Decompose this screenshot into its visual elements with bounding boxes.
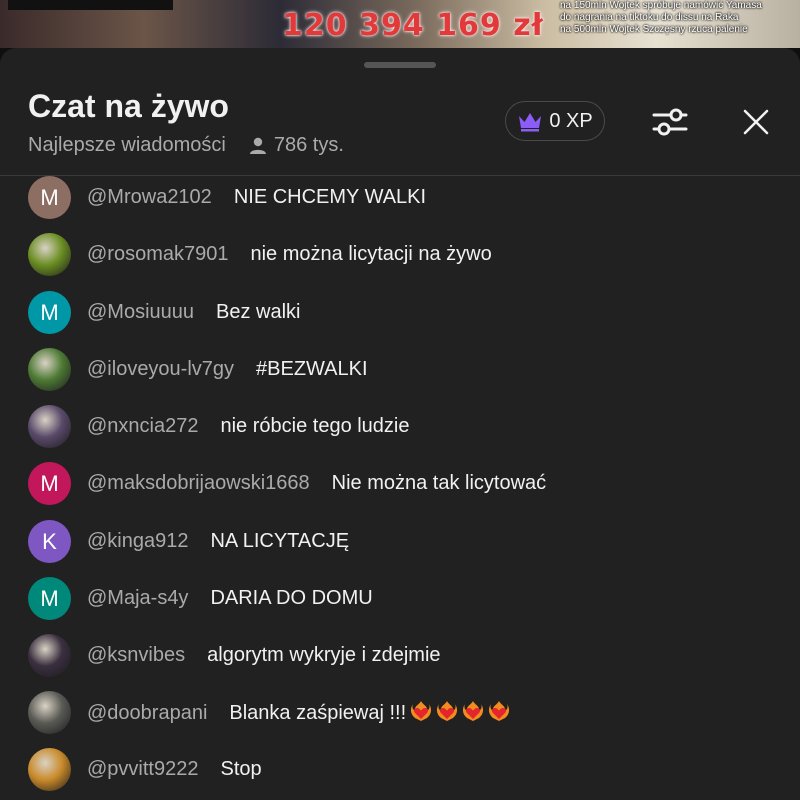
chat-message[interactable]: @iloveyou-lv7gy #BEZWALKI (0, 341, 800, 398)
chat-message[interactable]: @rosomak7901 nie można licytacji na żywo (0, 226, 800, 283)
video-caption-line: na 500mln Wojtek Szczęsny rzuca palenie (560, 24, 748, 35)
chat-message-content: NIE CHCEMY WALKI (233, 186, 427, 208)
panel-title: Czat na żywo (28, 88, 229, 124)
chat-author-name[interactable]: @doobrapani (87, 702, 207, 724)
chat-message-text: @ksnvibes algorytm wykryje i zdejmie (87, 644, 441, 667)
chat-author-name[interactable]: @pvvitt9222 (87, 758, 198, 780)
chat-author-name[interactable]: @iloveyou-lv7gy (87, 358, 234, 380)
chat-filter-label[interactable]: Najlepsze wiadomości (28, 134, 226, 157)
heart-on-fire-icon (489, 701, 510, 721)
xp-value: 0 XP (549, 109, 593, 132)
video-player-strip[interactable]: 120 394 169 zł na 150mln Wojtek spróbuje… (0, 0, 800, 48)
chat-message-content: algorytm wykryje i zdejmie (207, 644, 441, 666)
avatar[interactable]: K (28, 520, 71, 563)
chat-message-content: Blanka zaśpiewaj !!! (229, 702, 407, 724)
close-icon (743, 109, 769, 135)
chat-message[interactable]: @doobrapani Blanka zaśpiewaj !!! (0, 684, 800, 741)
chat-author-name[interactable]: @nxncia272 (87, 415, 198, 437)
video-caption-line: do nagrania na tiktoku do dissu na Raka (560, 12, 739, 23)
chat-message-text: @Maja-s4y DARIA DO DOMU (87, 587, 373, 610)
chat-message-text: @maksdobrijaowski1668 Nie można tak licyt… (87, 472, 546, 495)
chat-message-text: @nxncia272 nie róbcie tego ludzie (87, 415, 410, 438)
chat-message-content: nie róbcie tego ludzie (220, 415, 410, 437)
video-caption: na 150mln Wojtek spróbuje namówić Yamasa… (560, 0, 800, 36)
video-caption-line: na 150mln Wojtek spróbuje namówić Yamasa (560, 0, 762, 11)
chat-message-text: @Mosiuuuu Bez walki (87, 301, 301, 324)
live-chat-panel: Czat na żywo Najlepsze wiadomości 786 ty… (0, 48, 800, 800)
filter-settings-button[interactable] (650, 104, 690, 140)
sliders-icon (652, 108, 688, 136)
chat-author-name[interactable]: @maksdobrijaowski1668 (87, 472, 310, 494)
avatar[interactable] (28, 691, 71, 734)
chat-message[interactable]: @pvvitt9222 Stop (0, 741, 800, 798)
heart-on-fire-icon (463, 701, 484, 721)
chat-message-content: Nie można tak licytować (331, 472, 547, 494)
avatar[interactable] (28, 748, 71, 791)
chat-message-text: @Mrowa2102 NIE CHCEMY WALKI (87, 186, 426, 209)
heart-on-fire-icon (437, 701, 458, 721)
avatar[interactable] (28, 233, 71, 276)
heart-on-fire-icon (411, 701, 432, 721)
person-icon (249, 137, 266, 154)
chat-author-name[interactable]: @ksnvibes (87, 644, 185, 666)
chat-message[interactable]: @ksnvibes algorytm wykryje i zdejmie (0, 627, 800, 684)
chat-author-name[interactable]: @kinga912 (87, 530, 188, 552)
chat-message-content: Bez walki (216, 301, 301, 323)
chat-message-content: #BEZWALKI (256, 358, 368, 380)
chat-author-name[interactable]: @Mosiuuuu (87, 301, 194, 323)
avatar[interactable] (28, 348, 71, 391)
chat-message-text: @doobrapani Blanka zaśpiewaj !!! (87, 700, 510, 725)
chat-message[interactable]: M @Mrowa2102 NIE CHCEMY WALKI (0, 176, 800, 226)
avatar[interactable]: M (28, 291, 71, 334)
chat-message[interactable]: M @Mosiuuuu Bez walki (0, 284, 800, 341)
chat-message-list[interactable]: M @Mrowa2102 NIE CHCEMY WALKI @rosomak7901 n… (0, 176, 800, 800)
avatar[interactable] (28, 405, 71, 448)
chat-message-text: @rosomak7901 nie można licytacji na żywo (87, 243, 492, 266)
chat-message-text: @kinga912 NA LICYTACJĘ (87, 530, 349, 553)
chat-message[interactable]: M @maksdobrijaowski1668 Nie można tak licy… (0, 455, 800, 512)
chat-author-name[interactable]: @Mrowa2102 (87, 186, 212, 208)
viewer-count-value: 786 tys. (273, 134, 344, 156)
chat-message-content: DARIA DO DOMU (210, 587, 373, 609)
chat-author-name[interactable]: @rosomak7901 (87, 243, 228, 265)
avatar[interactable]: M (28, 577, 71, 620)
chat-message[interactable]: K @kinga912 NA LICYTACJĘ (0, 513, 800, 570)
chat-message-content: nie można licytacji na żywo (250, 243, 492, 265)
close-button[interactable] (738, 104, 774, 140)
chat-message[interactable]: @nxncia272 nie róbcie tego ludzie (0, 398, 800, 455)
chat-message-content: NA LICYTACJĘ (210, 530, 350, 552)
avatar[interactable]: M (28, 176, 71, 219)
chat-message[interactable]: M @Maja-s4y DARIA DO DOMU (0, 570, 800, 627)
chat-message-text: @pvvitt9222 Stop (87, 758, 262, 781)
drag-handle[interactable] (364, 62, 436, 68)
auction-amount: 120 394 169 zł (282, 8, 544, 43)
chat-message-text: @iloveyou-lv7gy #BEZWALKI (87, 358, 368, 381)
chat-message-content: Stop (220, 758, 262, 780)
crown-icon (519, 113, 542, 132)
xp-button[interactable]: 0 XP (505, 101, 605, 141)
viewer-count: 786 tys. (248, 134, 344, 157)
chat-subtitle: Najlepsze wiadomości 786 tys. (28, 134, 344, 157)
avatar[interactable] (28, 634, 71, 677)
avatar[interactable]: M (28, 462, 71, 505)
chat-author-name[interactable]: @Maja-s4y (87, 587, 188, 609)
video-overlay-box (8, 0, 173, 10)
